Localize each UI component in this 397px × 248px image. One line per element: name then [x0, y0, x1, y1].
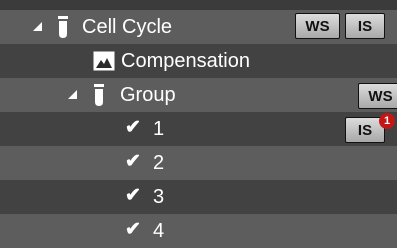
collapse-triangle-icon[interactable]: [68, 90, 77, 99]
tree-row-item-2[interactable]: ✔ 2: [0, 146, 397, 180]
ws-badge[interactable]: WS: [358, 83, 397, 109]
tree-row-item-3[interactable]: ✔ 3: [0, 180, 397, 214]
tree-label-item: 1: [153, 118, 165, 140]
checkmark-icon: ✔: [125, 151, 141, 172]
checkmark-icon: ✔: [125, 117, 141, 138]
checkmark-icon: ✔: [125, 219, 141, 240]
chart-image-icon: [93, 51, 115, 71]
tree-label-item: 2: [153, 152, 165, 174]
tube-icon: [94, 84, 104, 106]
tree-row-group[interactable]: Group WS: [0, 78, 397, 112]
tree-label-group: Group: [120, 84, 176, 106]
tree-row-compensation[interactable]: Compensation: [0, 44, 397, 78]
alert-badge[interactable]: 1: [379, 113, 395, 129]
tube-icon: [58, 16, 68, 38]
tree-row-item-1[interactable]: ✔ 1 IS 1: [0, 112, 397, 146]
tree-label-item: 3: [153, 186, 165, 208]
tree-label-cell-cycle: Cell Cycle: [82, 16, 173, 38]
tree-row-cell-cycle[interactable]: Cell Cycle WS IS: [0, 10, 397, 44]
tree-label-compensation: Compensation: [121, 50, 250, 72]
tree-label-item: 4: [153, 220, 165, 242]
collapse-triangle-icon[interactable]: [33, 22, 42, 31]
is-badge[interactable]: IS: [345, 13, 385, 39]
ws-badge[interactable]: WS: [295, 13, 340, 39]
tree-row-item-4[interactable]: ✔ 4: [0, 214, 397, 248]
checkmark-icon: ✔: [125, 185, 141, 206]
